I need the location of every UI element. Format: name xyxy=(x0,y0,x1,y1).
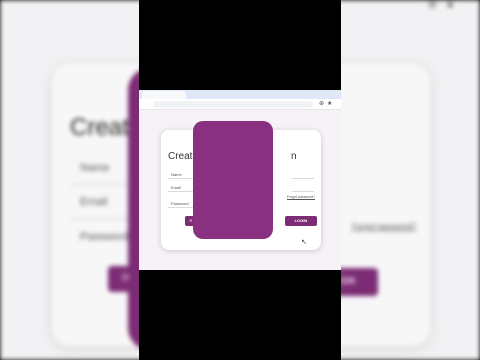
login-button[interactable]: LOGIN xyxy=(285,216,317,226)
video-frame: Creat Name Email Password R GN Forgot pa… xyxy=(0,0,480,360)
bg-password-label: Password xyxy=(80,231,129,243)
star-icon: ★ xyxy=(445,0,455,11)
star-icon[interactable]: ★ xyxy=(327,100,332,107)
password-input[interactable]: Password xyxy=(168,199,196,208)
gear-icon: ⚙ xyxy=(428,0,437,11)
bg-form-title: Creat xyxy=(70,114,129,141)
zoom-icon[interactable]: ⊕ xyxy=(319,100,324,107)
signin-password-input[interactable] xyxy=(292,183,314,192)
bg-toolbar-icons: ⚙ ★ xyxy=(428,0,455,11)
tab-bar xyxy=(139,90,341,99)
bg-forgot-link: Forgot password? xyxy=(352,222,417,231)
address-bar: ⊕ ★ xyxy=(139,99,341,110)
bg-divider xyxy=(70,218,128,219)
video-content: ⊕ ★ Create n Name Email Password Forgot … xyxy=(139,0,341,360)
browser-window: ⊕ ★ Create n Name Email Password Forgot … xyxy=(139,90,341,270)
mouse-cursor-icon: ↖ xyxy=(301,239,307,246)
bg-divider xyxy=(70,184,128,185)
auth-card: Create n Name Email Password Forgot pass… xyxy=(161,121,321,250)
browser-tab[interactable] xyxy=(142,91,186,99)
url-input[interactable] xyxy=(153,101,313,108)
signin-title: n xyxy=(291,151,297,162)
bg-name-label: Name xyxy=(80,162,110,174)
email-input[interactable]: Email xyxy=(168,183,196,192)
signin-email-input[interactable] xyxy=(292,170,314,179)
forgot-password-link[interactable]: Forgot password? xyxy=(287,195,315,199)
bg-email-label: Email xyxy=(80,196,108,208)
name-input[interactable]: Name xyxy=(168,170,196,179)
sliding-overlay-panel xyxy=(193,121,273,239)
